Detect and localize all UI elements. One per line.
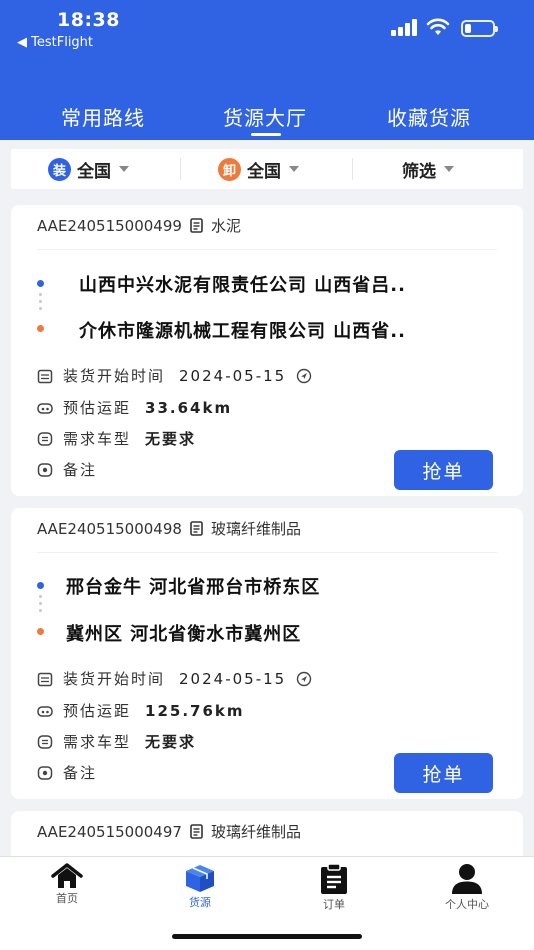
origin-address: 邢台金牛 河北省邢台市桥东区 (66, 577, 321, 598)
cellular-signal-icon (391, 19, 417, 36)
tab-cargo-hall[interactable]: 货源大厅 (195, 102, 335, 131)
user-icon (452, 864, 482, 894)
divider (37, 552, 497, 553)
cargo-box-icon (186, 865, 214, 892)
calendar-icon (37, 672, 53, 686)
filter-divider (180, 158, 181, 180)
cargo-id: AAE240515000498 (37, 519, 182, 538)
distance-value: 33.64km (145, 398, 233, 417)
distance-value: 125.76km (145, 701, 245, 720)
route-connector (39, 595, 42, 616)
distance-label: 预估运距 (63, 702, 132, 720)
load-badge: 装 (48, 157, 71, 181)
document-icon (190, 521, 203, 536)
remark-icon (37, 462, 53, 477)
cargo-card[interactable]: AAE240515000499 水泥 山西中兴水泥有限责任公司 山西省吕.. 介… (11, 205, 523, 496)
unload-region-filter[interactable]: 卸 全国 (218, 149, 299, 189)
chevron-down-icon (289, 166, 299, 172)
nav-profile[interactable]: 个人中心 (427, 863, 507, 912)
distance-row: 预估运距 125.76km (37, 700, 245, 721)
goods-type: 玻璃纤维制品 (210, 823, 301, 841)
card-header: AAE240515000497 玻璃纤维制品 (37, 821, 301, 842)
remark-label: 备注 (63, 461, 98, 479)
distance-label: 预估运距 (63, 399, 132, 417)
wifi-icon (426, 18, 450, 35)
remark-row: 备注 (37, 762, 97, 783)
cargo-id: AAE240515000497 (37, 822, 182, 841)
navigation-icon[interactable] (296, 368, 312, 384)
vehicle-type-icon (37, 431, 53, 446)
screen-filter-label: 筛选 (402, 161, 436, 182)
load-time-label: 装货开始时间 (63, 367, 166, 385)
load-time-value: 2024-05-15 (179, 669, 287, 688)
chevron-down-icon (119, 166, 129, 172)
chevron-down-icon (444, 166, 454, 172)
document-icon (190, 824, 203, 839)
goods-type: 水泥 (210, 217, 241, 235)
vehicle-row: 需求车型 无要求 (37, 731, 196, 752)
remark-icon (37, 765, 53, 780)
vehicle-value: 无要求 (145, 430, 197, 448)
load-region-filter[interactable]: 装 全国 (48, 149, 129, 189)
filter-bar: 装 全国 卸 全国 筛选 (11, 149, 523, 189)
remark-label: 备注 (63, 764, 98, 782)
remark-row: 备注 (37, 459, 97, 480)
load-region-value: 全国 (77, 161, 111, 182)
app-header: 18:38 ◀ TestFlight 常用路线 货源大厅 收藏货源 (0, 0, 534, 140)
route-connector (39, 293, 42, 314)
nav-label: 首页 (56, 892, 78, 905)
vehicle-row: 需求车型 无要求 (37, 428, 196, 449)
origin-address: 山西中兴水泥有限责任公司 山西省吕.. (79, 275, 406, 296)
vehicle-label: 需求车型 (63, 430, 132, 448)
destination-dot (37, 628, 44, 635)
status-time: 18:38 (57, 9, 120, 31)
unload-badge: 卸 (218, 157, 241, 181)
origin-dot (37, 280, 44, 287)
load-time-label: 装货开始时间 (63, 670, 166, 688)
load-time-value: 2024-05-15 (179, 366, 287, 385)
destination-address: 冀州区 河北省衡水市冀州区 (66, 624, 302, 645)
tab-saved-cargo[interactable]: 收藏货源 (359, 102, 499, 131)
clipboard-icon (321, 863, 347, 894)
nav-cargo[interactable]: 货源 (160, 863, 240, 910)
document-icon (190, 218, 203, 233)
card-header: AAE240515000499 水泥 (37, 215, 241, 236)
cargo-id: AAE240515000499 (37, 216, 182, 235)
status-bar: 18:38 ◀ TestFlight (0, 0, 534, 56)
home-indicator[interactable] (172, 934, 362, 939)
screen-filter[interactable]: 筛选 (402, 149, 454, 189)
back-to-testflight[interactable]: ◀ TestFlight (17, 35, 93, 50)
grab-order-button[interactable]: 抢单 (394, 753, 493, 793)
load-time-row: 装货开始时间 2024-05-15 (37, 668, 312, 689)
filter-divider (352, 158, 353, 180)
active-tab-indicator (251, 133, 281, 136)
calendar-icon (37, 369, 53, 383)
destination-dot (37, 325, 44, 332)
nav-orders[interactable]: 订单 (294, 863, 374, 912)
unload-region-value: 全国 (247, 161, 281, 182)
navigation-icon[interactable] (296, 671, 312, 687)
divider (37, 249, 497, 250)
vehicle-value: 无要求 (145, 733, 197, 751)
vehicle-type-icon (37, 734, 53, 749)
card-header: AAE240515000498 玻璃纤维制品 (37, 518, 301, 539)
truck-icon (37, 705, 53, 717)
distance-row: 预估运距 33.64km (37, 397, 232, 418)
nav-label: 订单 (323, 898, 345, 911)
grab-order-button[interactable]: 抢单 (394, 450, 493, 490)
load-time-row: 装货开始时间 2024-05-15 (37, 365, 312, 386)
battery-icon (461, 20, 498, 37)
home-icon (51, 863, 83, 888)
truck-icon (37, 402, 53, 414)
origin-dot (37, 582, 44, 589)
nav-home[interactable]: 首页 (27, 863, 107, 906)
nav-label: 货源 (189, 896, 211, 909)
goods-type: 玻璃纤维制品 (210, 520, 301, 538)
vehicle-label: 需求车型 (63, 733, 132, 751)
top-tabs: 常用路线 货源大厅 收藏货源 (0, 96, 534, 140)
destination-address: 介休市隆源机械工程有限公司 山西省.. (79, 321, 406, 342)
nav-label: 个人中心 (445, 898, 489, 911)
tab-common-routes[interactable]: 常用路线 (33, 102, 173, 131)
cargo-card[interactable]: AAE240515000498 玻璃纤维制品 邢台金牛 河北省邢台市桥东区 冀州… (11, 508, 523, 799)
